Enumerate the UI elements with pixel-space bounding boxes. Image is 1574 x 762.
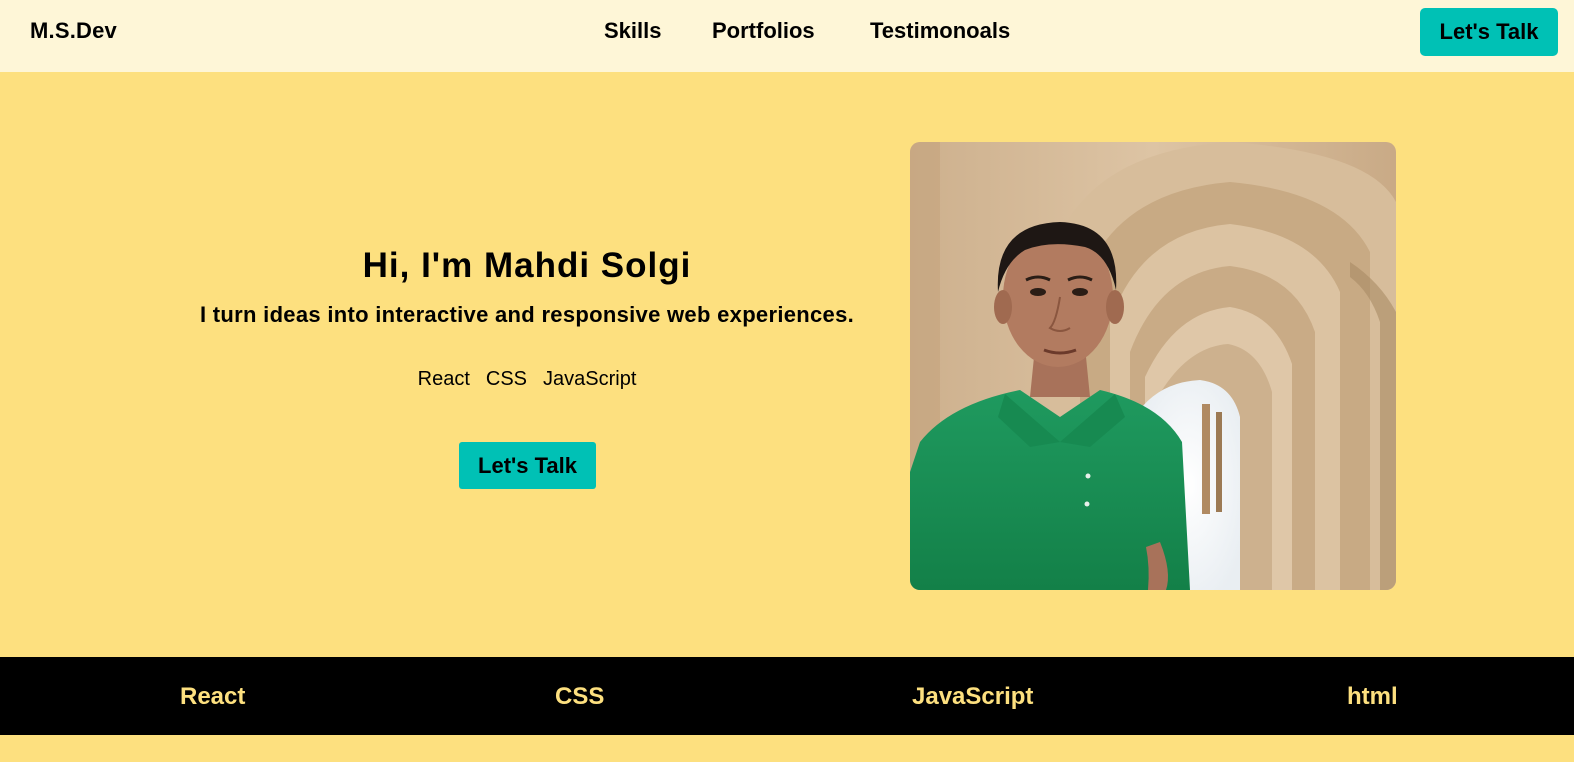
skill-html: html xyxy=(1347,683,1398,710)
hero-lets-talk-button[interactable]: Let's Talk xyxy=(459,442,596,489)
hero-tag-css: CSS xyxy=(485,368,527,390)
skill-javascript: JavaScript xyxy=(912,683,1034,710)
nav-link-testimonials[interactable]: Testimonoals xyxy=(870,18,1010,44)
header-lets-talk-button[interactable]: Let's Talk xyxy=(1420,8,1558,56)
hero-subtitle: I turn ideas into interactive and respon… xyxy=(199,302,855,327)
profile-photo xyxy=(910,142,1396,590)
skills-bar: React CSS JavaScript html xyxy=(0,657,1574,735)
hero-tag-react: React xyxy=(417,368,470,390)
skill-react: React xyxy=(180,683,246,710)
skill-css: CSS xyxy=(555,683,605,710)
nav-link-portfolios[interactable]: Portfolios xyxy=(712,18,815,44)
site-header: M.S.Dev Skills Portfolios Testimonoals L… xyxy=(0,0,1574,72)
nav-link-skills[interactable]: Skills xyxy=(604,18,661,44)
hero-tag-javascript: JavaScript xyxy=(543,368,637,390)
hero-tags: React CSS JavaScript xyxy=(350,368,704,391)
hero-title: Hi, I'm Mahdi Solgi xyxy=(362,246,692,285)
logo[interactable]: M.S.Dev xyxy=(30,18,117,44)
